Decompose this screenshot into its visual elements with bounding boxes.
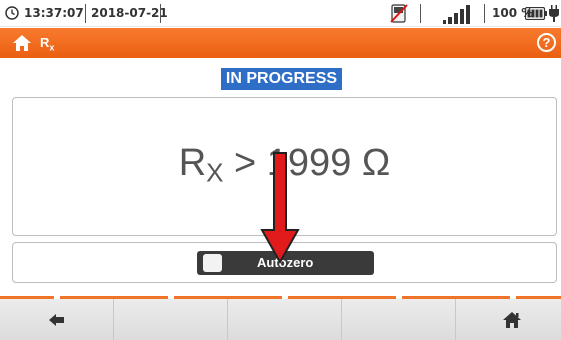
plug-icon — [549, 5, 559, 22]
tab-notch — [168, 296, 174, 299]
red-arrow-annotation — [260, 152, 300, 264]
status-separator — [85, 4, 86, 23]
home-button[interactable] — [456, 299, 561, 340]
status-separator — [420, 4, 421, 23]
signal-icon — [443, 5, 470, 24]
home-icon[interactable] — [12, 34, 32, 52]
status-separator — [160, 4, 161, 23]
status-bar: 13:37:07 2018-07-21 100 % — [0, 0, 561, 27]
autozero-checkbox[interactable] — [203, 254, 222, 272]
title-bar: Rx ? — [0, 28, 561, 58]
card-icon — [390, 4, 408, 23]
function-button-2[interactable] — [114, 299, 228, 340]
status-date: 2018-07-21 — [91, 6, 168, 20]
bottom-bar — [0, 296, 561, 340]
clock-icon — [5, 6, 19, 20]
function-button-4[interactable] — [342, 299, 456, 340]
tab-notch — [282, 296, 288, 299]
status-time: 13:37:07 — [24, 6, 84, 20]
back-arrow-icon — [49, 314, 64, 326]
status-separator — [484, 4, 485, 23]
status-badge: IN PROGRESS — [221, 68, 342, 90]
back-button[interactable] — [0, 299, 114, 340]
battery-icon — [525, 7, 547, 20]
tab-notch — [510, 296, 516, 299]
tab-notch — [396, 296, 402, 299]
home-icon — [503, 312, 521, 328]
page-title: Rx — [40, 35, 55, 53]
function-button-3[interactable] — [228, 299, 342, 340]
help-icon[interactable]: ? — [537, 33, 556, 52]
tab-notch — [54, 296, 60, 299]
